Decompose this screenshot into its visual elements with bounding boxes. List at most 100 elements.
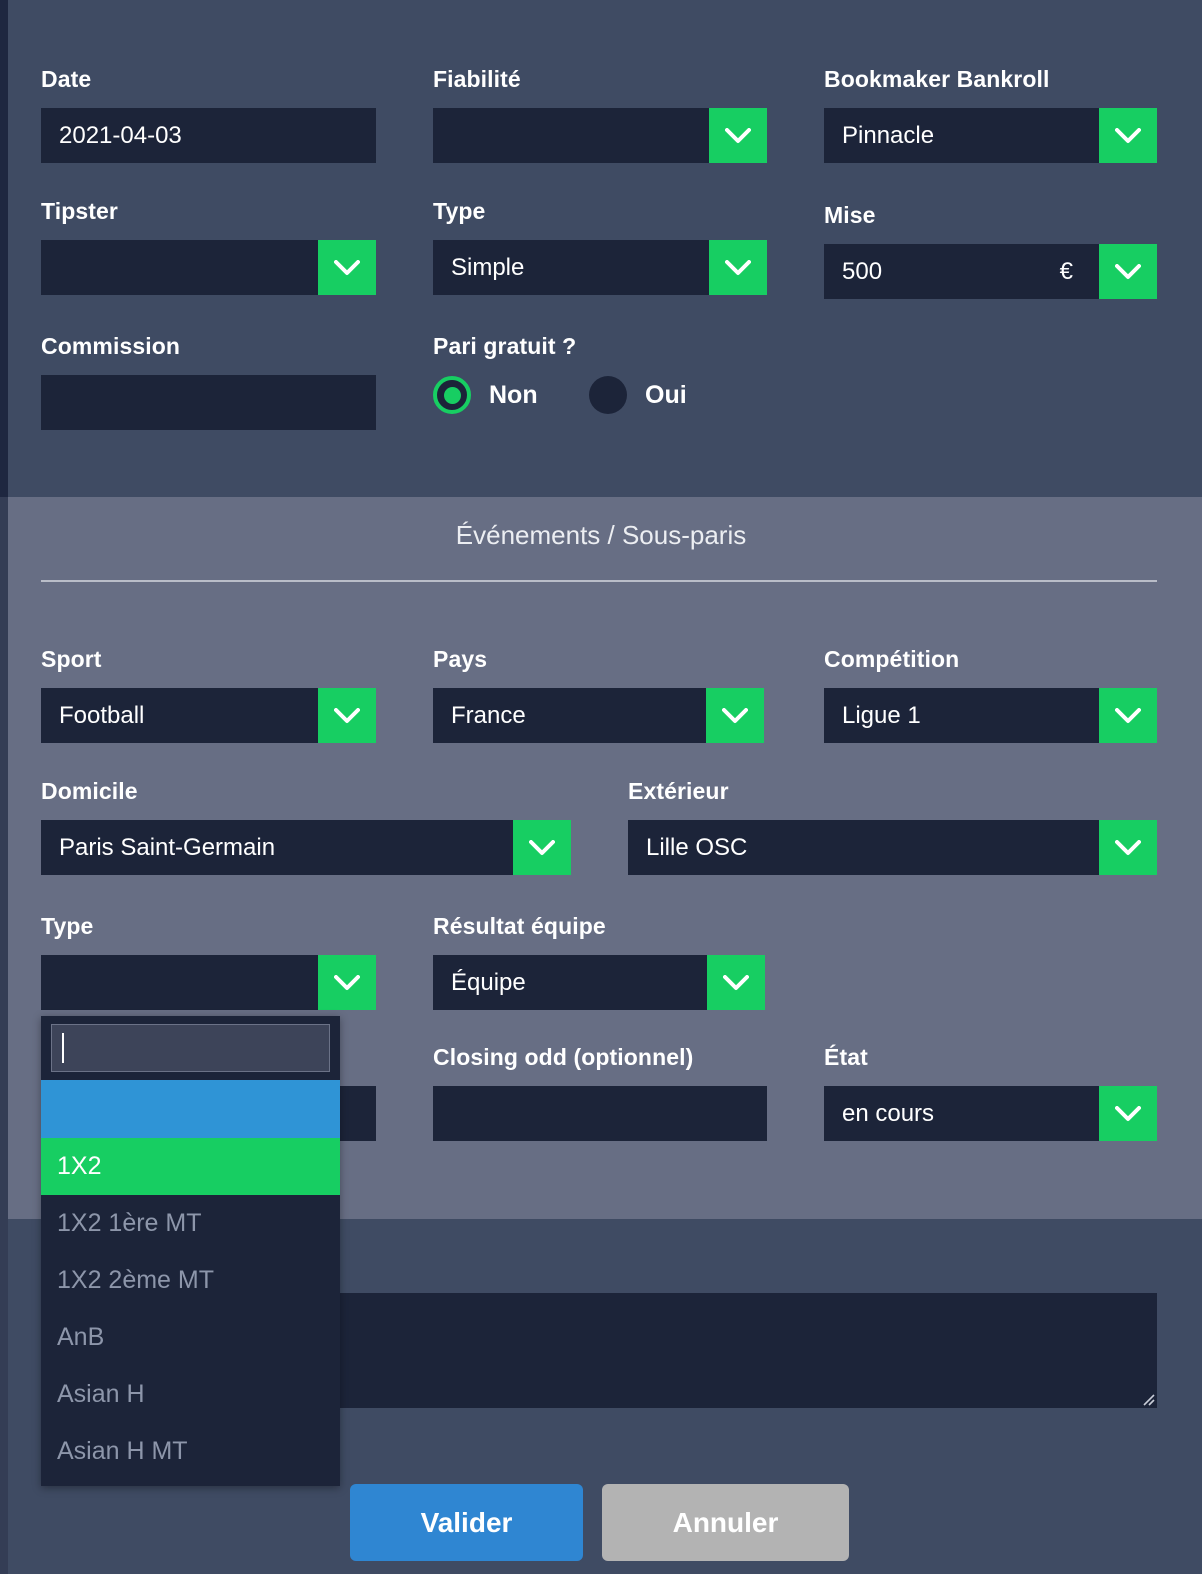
chevron-down-icon[interactable] — [707, 955, 765, 1010]
commission-label-wrap: Commission — [41, 333, 180, 360]
chevron-down-icon[interactable] — [1099, 688, 1157, 743]
chevron-down-icon[interactable] — [1099, 820, 1157, 875]
dropdown-option-label: AnB — [57, 1323, 104, 1352]
pari-gratuit-oui-label: Oui — [645, 381, 687, 410]
date-field[interactable]: 2021-04-03 — [41, 108, 376, 163]
exterieur-input[interactable]: Lille OSC — [628, 820, 1099, 875]
commission-field[interactable] — [41, 375, 376, 430]
resultat-equipe-field[interactable]: Équipe — [433, 955, 765, 1010]
pari-gratuit-label-wrap: Pari gratuit ? — [433, 333, 576, 360]
tipster-input[interactable] — [41, 240, 318, 295]
bookmaker-bankroll-input[interactable]: Pinnacle — [824, 108, 1099, 163]
pari-gratuit-option-non[interactable]: Non — [433, 376, 538, 414]
sport-value: Football — [59, 702, 144, 730]
tipster-field[interactable] — [41, 240, 376, 295]
dropdown-option-label: 1X2 2ème MT — [57, 1266, 214, 1295]
date-input[interactable]: 2021-04-03 — [41, 108, 376, 163]
radio-selected-icon[interactable] — [433, 376, 471, 414]
etat-input[interactable]: en cours — [824, 1086, 1099, 1141]
domicile-field[interactable]: Paris Saint-Germain — [41, 820, 571, 875]
exterieur-field[interactable]: Lille OSC — [628, 820, 1157, 875]
resultat-equipe-value: Équipe — [451, 969, 526, 997]
subbet-type-label-wrap: Type — [41, 913, 93, 940]
chevron-down-icon[interactable] — [318, 688, 376, 743]
fiabilite-label: Fiabilité — [433, 66, 521, 93]
bookmaker-bankroll-label: Bookmaker Bankroll — [824, 66, 1050, 93]
competition-label: Compétition — [824, 646, 959, 673]
resultat-equipe-label-wrap: Résultat équipe — [433, 913, 606, 940]
closing-odd-input[interactable] — [433, 1086, 767, 1141]
mise-field[interactable]: 500 € — [824, 244, 1157, 299]
fiabilite-field[interactable] — [433, 108, 767, 163]
chevron-down-icon[interactable] — [1099, 108, 1157, 163]
dropdown-option-label: Asian H — [57, 1380, 145, 1409]
dropdown-option-1x2-1ere-mt[interactable]: 1X2 1ère MT — [41, 1195, 340, 1252]
exterieur-label-wrap: Extérieur — [628, 778, 729, 805]
tipster-label: Tipster — [41, 198, 118, 225]
left-edge-rail-lower — [0, 497, 8, 1574]
closing-odd-label: Closing odd (optionnel) — [433, 1044, 693, 1071]
text-cursor-icon — [62, 1033, 64, 1063]
pays-label-wrap: Pays — [433, 646, 487, 673]
subbet-type-field[interactable] — [41, 955, 376, 1010]
sport-field[interactable]: Football — [41, 688, 376, 743]
dropdown-option-label: 1X2 1ère MT — [57, 1209, 202, 1238]
chevron-down-icon[interactable] — [709, 108, 767, 163]
radio-unselected-icon[interactable] — [589, 376, 627, 414]
dropdown-option-asian-h-mt[interactable]: Asian H MT — [41, 1423, 340, 1480]
pays-input[interactable]: France — [433, 688, 706, 743]
bet-form-page: Date 2021-04-03 Fiabilité Bookmaker Bank… — [0, 0, 1202, 1574]
pays-field[interactable]: France — [433, 688, 764, 743]
chevron-down-icon[interactable] — [318, 955, 376, 1010]
sport-input[interactable]: Football — [41, 688, 318, 743]
bet-type-label: Type — [433, 198, 485, 225]
dropdown-option-asian-h[interactable]: Asian H — [41, 1366, 340, 1423]
dropdown-option-label: 1X2 — [57, 1152, 101, 1181]
cancel-button[interactable]: Annuler — [602, 1484, 849, 1561]
title-divider — [41, 580, 1157, 582]
bet-type-field[interactable]: Simple — [433, 240, 767, 295]
chevron-down-icon[interactable] — [1099, 1086, 1157, 1141]
dropdown-option-anb[interactable]: AnB — [41, 1309, 340, 1366]
dropdown-option-1x2-2eme-mt[interactable]: 1X2 2ème MT — [41, 1252, 340, 1309]
domicile-value: Paris Saint-Germain — [59, 834, 275, 862]
closing-odd-field[interactable] — [433, 1086, 767, 1141]
domicile-label: Domicile — [41, 778, 138, 805]
dropdown-option-blank[interactable] — [41, 1080, 340, 1138]
etat-label: État — [824, 1044, 868, 1071]
bookmaker-bankroll-field[interactable]: Pinnacle — [824, 108, 1157, 163]
currency-symbol: € — [1060, 258, 1081, 286]
pari-gratuit-non-label: Non — [489, 381, 538, 410]
chevron-down-icon[interactable] — [318, 240, 376, 295]
mise-input[interactable]: 500 € — [824, 244, 1099, 299]
commission-input[interactable] — [41, 375, 376, 430]
validate-button[interactable]: Valider — [350, 1484, 583, 1561]
subbet-type-dropdown-panel[interactable]: 1X2 1X2 1ère MT 1X2 2ème MT AnB Asian H … — [41, 1016, 340, 1486]
bookmaker-bankroll-value: Pinnacle — [842, 122, 934, 150]
dropdown-search-input[interactable] — [51, 1024, 330, 1072]
chevron-down-icon[interactable] — [513, 820, 571, 875]
closing-odd-label-wrap: Closing odd (optionnel) — [433, 1044, 693, 1071]
date-label-wrap: Date — [41, 66, 91, 93]
etat-field[interactable]: en cours — [824, 1086, 1157, 1141]
competition-field[interactable]: Ligue 1 — [824, 688, 1157, 743]
subbet-type-input[interactable] — [41, 955, 318, 1010]
bet-type-input[interactable]: Simple — [433, 240, 709, 295]
chevron-down-icon[interactable] — [1099, 244, 1157, 299]
chevron-down-icon[interactable] — [709, 240, 767, 295]
domicile-label-wrap: Domicile — [41, 778, 138, 805]
exterieur-value: Lille OSC — [646, 834, 747, 862]
bet-type-value: Simple — [451, 254, 524, 282]
dropdown-option-1x2[interactable]: 1X2 — [41, 1138, 340, 1195]
pari-gratuit-label: Pari gratuit ? — [433, 333, 576, 360]
resultat-equipe-label: Résultat équipe — [433, 913, 606, 940]
domicile-input[interactable]: Paris Saint-Germain — [41, 820, 513, 875]
etat-value: en cours — [842, 1100, 934, 1128]
mise-label: Mise — [824, 202, 876, 229]
fiabilite-input[interactable] — [433, 108, 709, 163]
chevron-down-icon[interactable] — [706, 688, 764, 743]
pari-gratuit-option-oui[interactable]: Oui — [589, 376, 687, 414]
competition-input[interactable]: Ligue 1 — [824, 688, 1099, 743]
tipster-label-wrap: Tipster — [41, 198, 118, 225]
resultat-equipe-input[interactable]: Équipe — [433, 955, 707, 1010]
